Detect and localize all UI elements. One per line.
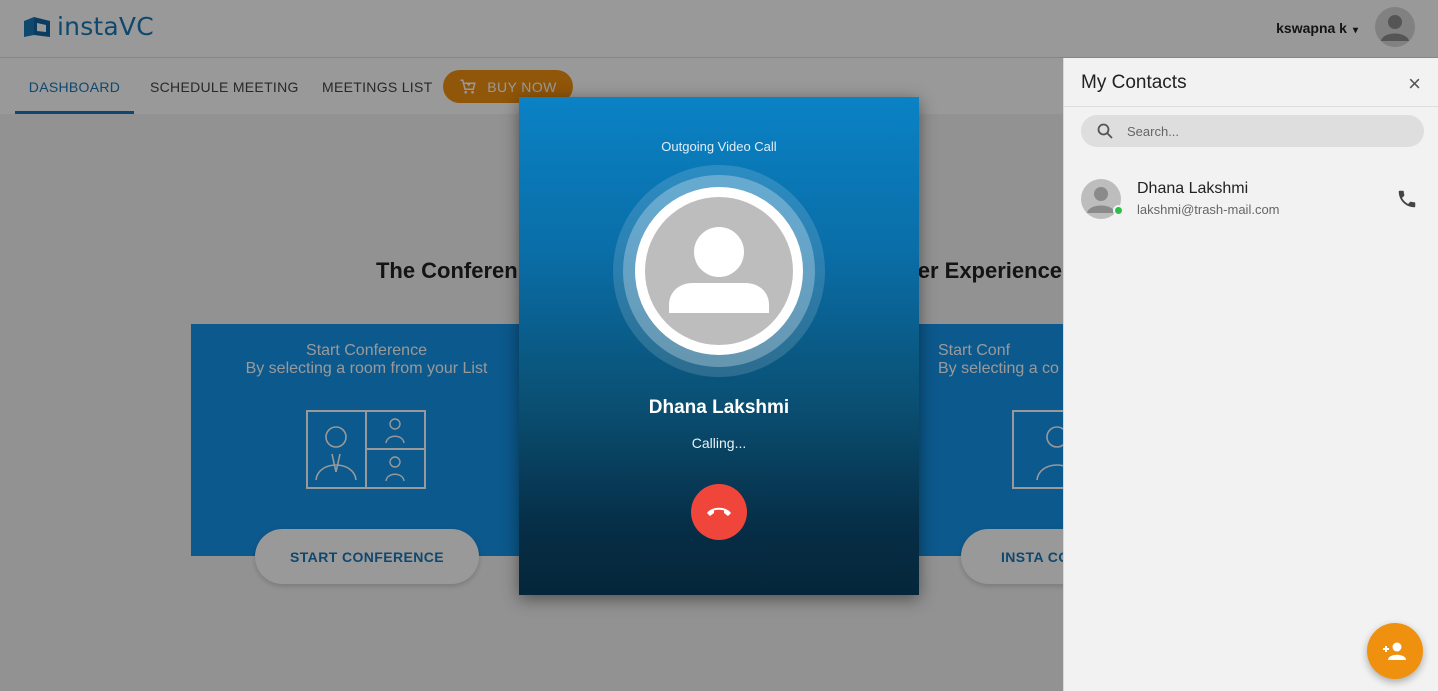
search-input[interactable] <box>1127 123 1387 139</box>
close-icon[interactable]: × <box>1408 71 1421 97</box>
contacts-panel: My Contacts × Dhana Lakshmi lakshmi@tras… <box>1063 58 1438 691</box>
call-type-label: Outgoing Video Call <box>661 139 777 154</box>
phone-hangup-icon <box>707 507 731 516</box>
phone-icon[interactable] <box>1396 188 1418 210</box>
add-person-icon <box>1383 642 1406 660</box>
hang-up-button[interactable] <box>691 484 747 540</box>
callee-name: Dhana Lakshmi <box>648 397 790 418</box>
outgoing-call-dialog: Outgoing Video Call Dhana Lakshmi Callin… <box>519 97 919 595</box>
user-avatar-icon <box>669 227 769 313</box>
contacts-title: My Contacts <box>1081 72 1187 93</box>
contact-item[interactable]: Dhana Lakshmi lakshmi@trash-mail.com <box>1081 176 1424 222</box>
add-contact-button[interactable] <box>1367 623 1423 679</box>
callee-avatar <box>645 197 793 345</box>
contact-name: Dhana Lakshmi <box>1137 180 1249 197</box>
contacts-search <box>1081 115 1424 147</box>
online-status-dot <box>1113 205 1124 216</box>
contacts-header: My Contacts × <box>1064 58 1438 107</box>
search-icon <box>1097 123 1113 139</box>
call-status: Calling... <box>691 435 747 451</box>
contact-email: lakshmi@trash-mail.com <box>1137 202 1280 217</box>
